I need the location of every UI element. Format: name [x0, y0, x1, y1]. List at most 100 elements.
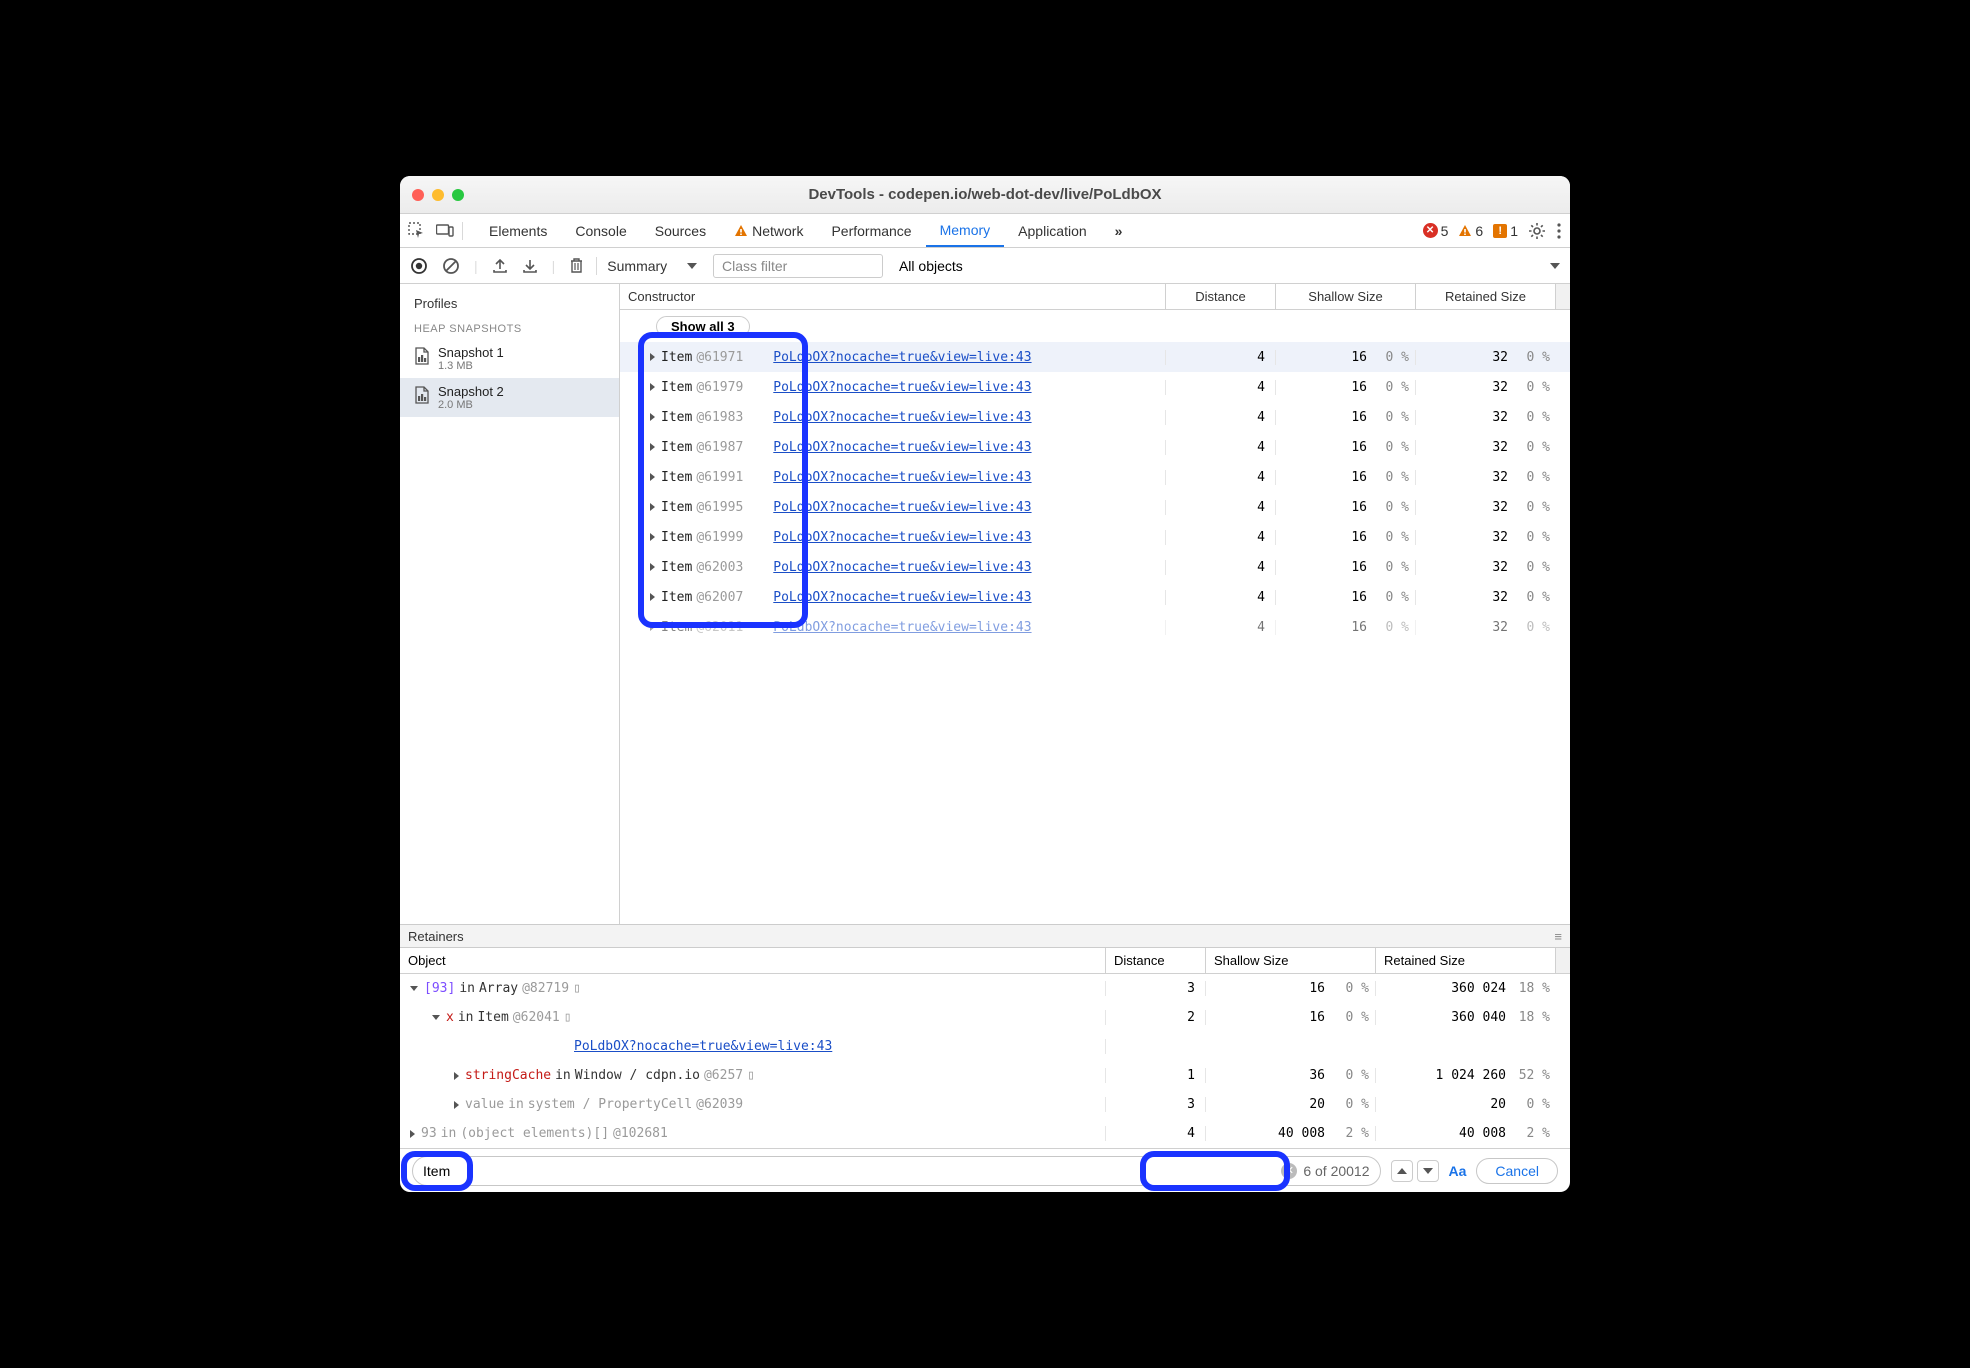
search-bar: ✕ 6 of 20012 Aa Cancel: [400, 1148, 1570, 1192]
expand-icon[interactable]: [650, 353, 655, 361]
source-link[interactable]: PoLdbOX?nocache=true&view=live:43: [773, 350, 1031, 365]
search-count: 6 of 20012: [1303, 1163, 1369, 1179]
gear-icon[interactable]: [1528, 222, 1546, 240]
close-window-icon[interactable]: [412, 189, 424, 201]
source-link[interactable]: PoLdbOX?nocache=true&view=live:43: [773, 530, 1031, 545]
sidebar: Profiles HEAP SNAPSHOTS Snapshot 11.3 MB…: [400, 284, 620, 924]
minimize-window-icon[interactable]: [432, 189, 444, 201]
expand-icon[interactable]: [650, 503, 655, 511]
snapshot-item[interactable]: Snapshot 11.3 MB: [400, 339, 619, 378]
search-prev-button[interactable]: [1391, 1160, 1413, 1182]
col-object[interactable]: Object: [400, 948, 1106, 973]
search-input[interactable]: [423, 1163, 1281, 1179]
source-link[interactable]: PoLdbOX?nocache=true&view=live:43: [773, 590, 1031, 605]
snapshot-item[interactable]: Snapshot 22.0 MB: [400, 378, 619, 417]
col-distance[interactable]: Distance: [1106, 948, 1206, 973]
match-case-toggle[interactable]: Aa: [1449, 1163, 1467, 1179]
table-row[interactable]: Item @62011PoLdbOX?nocache=true&view=liv…: [620, 612, 1570, 642]
table-row[interactable]: Item @62003PoLdbOX?nocache=true&view=liv…: [620, 552, 1570, 582]
maximize-window-icon[interactable]: [452, 189, 464, 201]
source-link[interactable]: PoLdbOX?nocache=true&view=live:43: [773, 410, 1031, 425]
source-link[interactable]: PoLdbOX?nocache=true&view=live:43: [773, 560, 1031, 575]
expand-icon[interactable]: [454, 1101, 459, 1109]
source-link[interactable]: PoLdbOX?nocache=true&view=live:43: [574, 1039, 832, 1054]
col-retained[interactable]: Retained Size: [1376, 948, 1556, 973]
tab-elements[interactable]: Elements: [475, 214, 561, 247]
export-icon[interactable]: [492, 258, 508, 274]
snapshot-icon: [414, 386, 430, 402]
expand-icon[interactable]: [650, 443, 655, 451]
expand-icon[interactable]: [650, 623, 655, 631]
collapse-icon[interactable]: [432, 1015, 440, 1020]
source-link[interactable]: PoLdbOX?nocache=true&view=live:43: [773, 500, 1031, 515]
col-shallow[interactable]: Shallow Size: [1276, 284, 1416, 309]
device-toggle-icon[interactable]: [436, 224, 454, 238]
expand-icon[interactable]: [650, 563, 655, 571]
chevron-down-icon: [1423, 1168, 1433, 1174]
record-icon[interactable]: [410, 257, 428, 275]
retainer-row[interactable]: [93] in Array @82719 ▯3160 %360 02418 %: [400, 974, 1570, 1003]
retainer-row[interactable]: PoLdbOX?nocache=true&view=live:43: [400, 1032, 1570, 1061]
cancel-button[interactable]: Cancel: [1476, 1158, 1558, 1184]
table-header: Constructor Distance Shallow Size Retain…: [620, 284, 1570, 310]
retainers-table-header: Object Distance Shallow Size Retained Si…: [400, 948, 1570, 974]
chevron-up-icon: [1397, 1168, 1407, 1174]
retainer-row[interactable]: 93 in (object elements)[] @102681440 008…: [400, 1119, 1570, 1148]
inspect-icon[interactable]: [408, 222, 426, 240]
expand-icon[interactable]: [650, 593, 655, 601]
collapse-icon[interactable]: [410, 986, 418, 991]
table-row[interactable]: Item @61971PoLdbOX?nocache=true&view=liv…: [620, 342, 1570, 372]
col-shallow[interactable]: Shallow Size: [1206, 948, 1376, 973]
col-retained[interactable]: Retained Size: [1416, 284, 1556, 309]
error-count[interactable]: ✕5: [1423, 223, 1449, 239]
retainer-row[interactable]: value in system / PropertyCell @62039320…: [400, 1090, 1570, 1119]
tab-network[interactable]: Network: [720, 214, 817, 247]
clear-search-icon[interactable]: ✕: [1281, 1163, 1297, 1179]
table-row[interactable]: Item @61991PoLdbOX?nocache=true&view=liv…: [620, 462, 1570, 492]
col-constructor[interactable]: Constructor: [620, 284, 1166, 309]
issues-count[interactable]: !1: [1493, 223, 1518, 239]
trash-icon[interactable]: [569, 257, 584, 274]
chevron-down-icon: [687, 263, 697, 269]
table-row[interactable]: Item @61979PoLdbOX?nocache=true&view=liv…: [620, 372, 1570, 402]
expand-icon[interactable]: [454, 1072, 459, 1080]
window-controls: [412, 189, 464, 201]
summary-dropdown[interactable]: Summary: [607, 258, 697, 274]
heap-snapshots-label: HEAP SNAPSHOTS: [400, 319, 619, 339]
expand-icon[interactable]: [410, 1130, 415, 1138]
all-objects-dropdown[interactable]: All objects: [899, 258, 963, 274]
show-all-button[interactable]: Show all 3: [656, 316, 750, 337]
tab-performance[interactable]: Performance: [817, 214, 925, 247]
retainers-menu-icon[interactable]: ≡: [1554, 929, 1562, 944]
source-link[interactable]: PoLdbOX?nocache=true&view=live:43: [773, 470, 1031, 485]
retainer-row[interactable]: x in Item @62041 ▯2160 %360 04018 %: [400, 1003, 1570, 1032]
clear-icon[interactable]: [442, 257, 460, 275]
source-link[interactable]: PoLdbOX?nocache=true&view=live:43: [773, 380, 1031, 395]
tab-memory[interactable]: Memory: [926, 214, 1005, 247]
class-filter-input[interactable]: Class filter: [713, 254, 883, 278]
tab-overflow[interactable]: »: [1101, 214, 1137, 247]
table-row[interactable]: Item @62007PoLdbOX?nocache=true&view=liv…: [620, 582, 1570, 612]
tab-console[interactable]: Console: [561, 214, 640, 247]
kebab-icon[interactable]: [1556, 222, 1562, 240]
table-row[interactable]: Item @61983PoLdbOX?nocache=true&view=liv…: [620, 402, 1570, 432]
tab-sources[interactable]: Sources: [641, 214, 720, 247]
table-row[interactable]: Item @61999PoLdbOX?nocache=true&view=liv…: [620, 522, 1570, 552]
table-row[interactable]: Item @61995PoLdbOX?nocache=true&view=liv…: [620, 492, 1570, 522]
expand-icon[interactable]: [650, 383, 655, 391]
expand-icon[interactable]: [650, 413, 655, 421]
col-distance[interactable]: Distance: [1166, 284, 1276, 309]
tab-application[interactable]: Application: [1004, 214, 1101, 247]
expand-icon[interactable]: [650, 533, 655, 541]
search-next-button[interactable]: [1417, 1160, 1439, 1182]
expand-icon[interactable]: [650, 473, 655, 481]
retainer-row[interactable]: stringCache in Window / cdpn.io @6257 ▯1…: [400, 1061, 1570, 1090]
source-link[interactable]: PoLdbOX?nocache=true&view=live:43: [773, 440, 1031, 455]
chevron-down-icon[interactable]: [1550, 263, 1560, 269]
search-field[interactable]: ✕ 6 of 20012: [412, 1156, 1381, 1186]
panel-tabs: Elements Console Sources Network Perform…: [400, 214, 1570, 248]
warning-count[interactable]: 6: [1458, 223, 1483, 239]
source-link[interactable]: PoLdbOX?nocache=true&view=live:43: [773, 620, 1031, 635]
table-row[interactable]: Item @61987PoLdbOX?nocache=true&view=liv…: [620, 432, 1570, 462]
import-icon[interactable]: [522, 258, 538, 274]
